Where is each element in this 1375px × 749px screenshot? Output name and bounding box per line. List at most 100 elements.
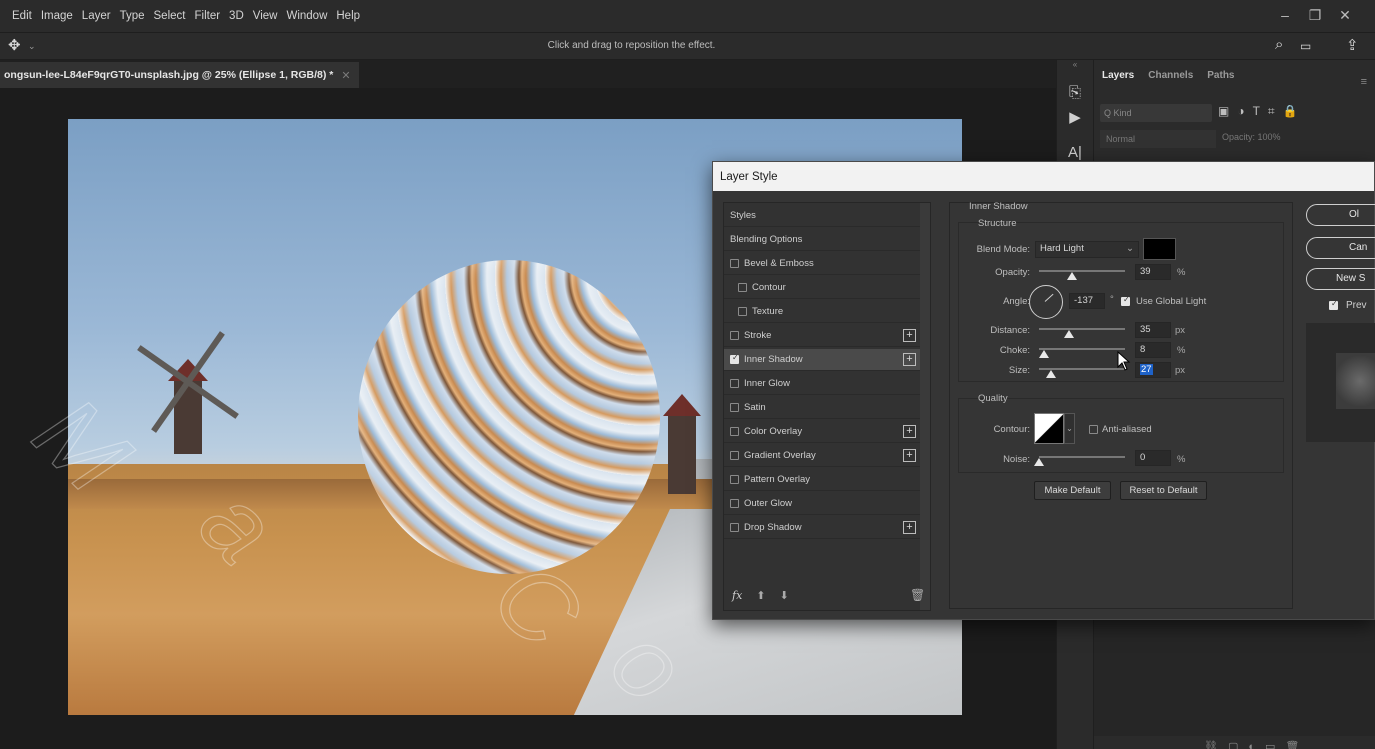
noise-input[interactable]: 0: [1135, 450, 1171, 466]
document-tab[interactable]: ongsun-lee-L84eF9qrGT0-unsplash.jpg @ 25…: [0, 62, 359, 88]
share-icon[interactable]: ⇪: [1346, 36, 1359, 54]
style-item-texture[interactable]: Texture: [724, 301, 920, 323]
style-item-satin[interactable]: Satin: [724, 397, 920, 419]
shadow-color-swatch[interactable]: [1143, 238, 1176, 260]
ellipse-sphere[interactable]: [358, 260, 660, 574]
angle-dial[interactable]: [1029, 285, 1063, 319]
style-checkbox[interactable]: [730, 403, 739, 412]
size-slider-thumb[interactable]: [1046, 370, 1056, 378]
use-global-light-checkbox[interactable]: [1121, 295, 1130, 306]
restore-icon[interactable]: ❐: [1302, 6, 1328, 24]
menu-help[interactable]: Help: [336, 10, 360, 22]
menu-3d[interactable]: 3D: [229, 10, 244, 22]
opacity-input[interactable]: 39: [1135, 264, 1171, 280]
choke-slider-track[interactable]: [1039, 348, 1125, 350]
size-unit: px: [1175, 365, 1186, 376]
style-checkbox[interactable]: [730, 353, 739, 364]
style-item-pattern-overlay[interactable]: Pattern Overlay: [724, 469, 920, 491]
layers-opacity[interactable]: Opacity: 100%: [1222, 132, 1281, 142]
menu-select[interactable]: Select: [154, 10, 186, 22]
windmill-right: [658, 369, 718, 494]
play-icon[interactable]: ▶: [1057, 108, 1093, 126]
style-checkbox[interactable]: [730, 331, 739, 340]
collapse-icon[interactable]: «: [1057, 60, 1093, 69]
style-item-gradient-overlay[interactable]: Gradient Overlay +: [724, 445, 920, 467]
style-list-scrollbar[interactable]: [920, 203, 930, 610]
choke-slider-thumb[interactable]: [1039, 350, 1049, 358]
style-checkbox[interactable]: [730, 499, 739, 508]
add-effect-instance-icon[interactable]: +: [903, 425, 916, 438]
tab-paths[interactable]: Paths: [1207, 70, 1234, 94]
panel-menu-icon[interactable]: ≡: [1361, 76, 1367, 88]
close-window-icon[interactable]: ✕: [1332, 6, 1358, 24]
noise-slider-track[interactable]: [1039, 456, 1125, 458]
menu-edit[interactable]: Edit: [12, 10, 32, 22]
size-input[interactable]: 27: [1135, 362, 1171, 378]
choke-input[interactable]: 8: [1135, 342, 1171, 358]
add-effect-instance-icon[interactable]: +: [903, 521, 916, 534]
distance-slider-thumb[interactable]: [1064, 330, 1074, 338]
style-checkbox[interactable]: [730, 451, 739, 460]
add-effect-instance-icon[interactable]: +: [903, 449, 916, 462]
close-tab-icon[interactable]: ✕: [341, 69, 350, 82]
style-checkbox[interactable]: [730, 427, 739, 436]
new-style-button[interactable]: New S: [1306, 268, 1375, 290]
style-checkbox[interactable]: [730, 259, 739, 268]
blend-mode-select[interactable]: Hard Light ⌄: [1035, 241, 1139, 258]
tab-channels[interactable]: Channels: [1148, 70, 1193, 94]
layers-footer-icons[interactable]: ⛓▢◐▭🗑: [1204, 740, 1309, 749]
style-item-blending-options[interactable]: Blending Options: [724, 229, 920, 251]
section-title: Inner Shadow: [969, 201, 1028, 212]
style-item-stroke[interactable]: Stroke +: [724, 325, 920, 347]
cancel-button[interactable]: Can: [1306, 237, 1375, 259]
style-item-contour[interactable]: Contour: [724, 277, 920, 299]
ok-button[interactable]: Ol: [1306, 204, 1375, 226]
menu-window[interactable]: Window: [286, 10, 327, 22]
style-checkbox[interactable]: [738, 307, 747, 316]
style-item-inner-shadow[interactable]: Inner Shadow +: [724, 349, 920, 371]
distance-slider-track[interactable]: [1039, 328, 1125, 330]
trash-icon[interactable]: 🗑: [910, 588, 925, 602]
workspace-icon[interactable]: ▭: [1300, 39, 1311, 53]
reset-default-button[interactable]: Reset to Default: [1120, 481, 1207, 500]
anti-aliased-checkbox[interactable]: [1089, 425, 1098, 434]
layers-list[interactable]: [1094, 616, 1375, 736]
style-item-outer-glow[interactable]: Outer Glow: [724, 493, 920, 515]
character-icon[interactable]: A|: [1057, 144, 1093, 161]
history-icon[interactable]: ⎘: [1057, 84, 1093, 101]
menu-layer[interactable]: Layer: [82, 10, 111, 22]
add-effect-instance-icon[interactable]: +: [903, 329, 916, 342]
move-down-icon[interactable]: ⬇: [780, 589, 789, 602]
style-item-inner-glow[interactable]: Inner Glow: [724, 373, 920, 395]
style-item-drop-shadow[interactable]: Drop Shadow +: [724, 517, 920, 539]
layers-blend-mode-select[interactable]: Normal: [1100, 130, 1216, 148]
make-default-button[interactable]: Make Default: [1034, 481, 1111, 500]
style-checkbox[interactable]: [730, 379, 739, 388]
tab-layers[interactable]: Layers: [1102, 70, 1134, 94]
opacity-slider-thumb[interactable]: [1067, 272, 1077, 280]
menu-filter[interactable]: Filter: [194, 10, 220, 22]
style-item-color-overlay[interactable]: Color Overlay +: [724, 421, 920, 443]
noise-slider-thumb[interactable]: [1034, 458, 1044, 466]
fx-icon[interactable]: fx: [732, 589, 742, 602]
minimize-icon[interactable]: –: [1272, 6, 1298, 24]
layer-kind-filter[interactable]: Q Kind: [1100, 104, 1212, 122]
style-item-styles[interactable]: Styles: [724, 205, 920, 227]
menu-image[interactable]: Image: [41, 10, 73, 22]
style-checkbox[interactable]: [730, 523, 739, 532]
layer-filter-icons[interactable]: ▣◑T⌗🔒: [1218, 104, 1306, 119]
style-item-bevel-emboss[interactable]: Bevel & Emboss: [724, 253, 920, 275]
search-icon[interactable]: ⌕: [1275, 36, 1283, 53]
menu-view[interactable]: View: [253, 10, 278, 22]
style-checkbox[interactable]: [730, 475, 739, 484]
contour-dropdown-icon[interactable]: ⌄: [1064, 413, 1075, 444]
add-effect-instance-icon[interactable]: +: [903, 353, 916, 366]
preview-checkbox[interactable]: [1329, 299, 1338, 310]
distance-input[interactable]: 35: [1135, 322, 1171, 338]
menu-type[interactable]: Type: [120, 10, 145, 22]
opacity-slider-track[interactable]: [1039, 270, 1125, 272]
style-checkbox[interactable]: [738, 283, 747, 292]
move-up-icon[interactable]: ⬆: [756, 589, 765, 602]
angle-input[interactable]: -137: [1069, 293, 1105, 309]
contour-preview[interactable]: [1034, 413, 1064, 444]
